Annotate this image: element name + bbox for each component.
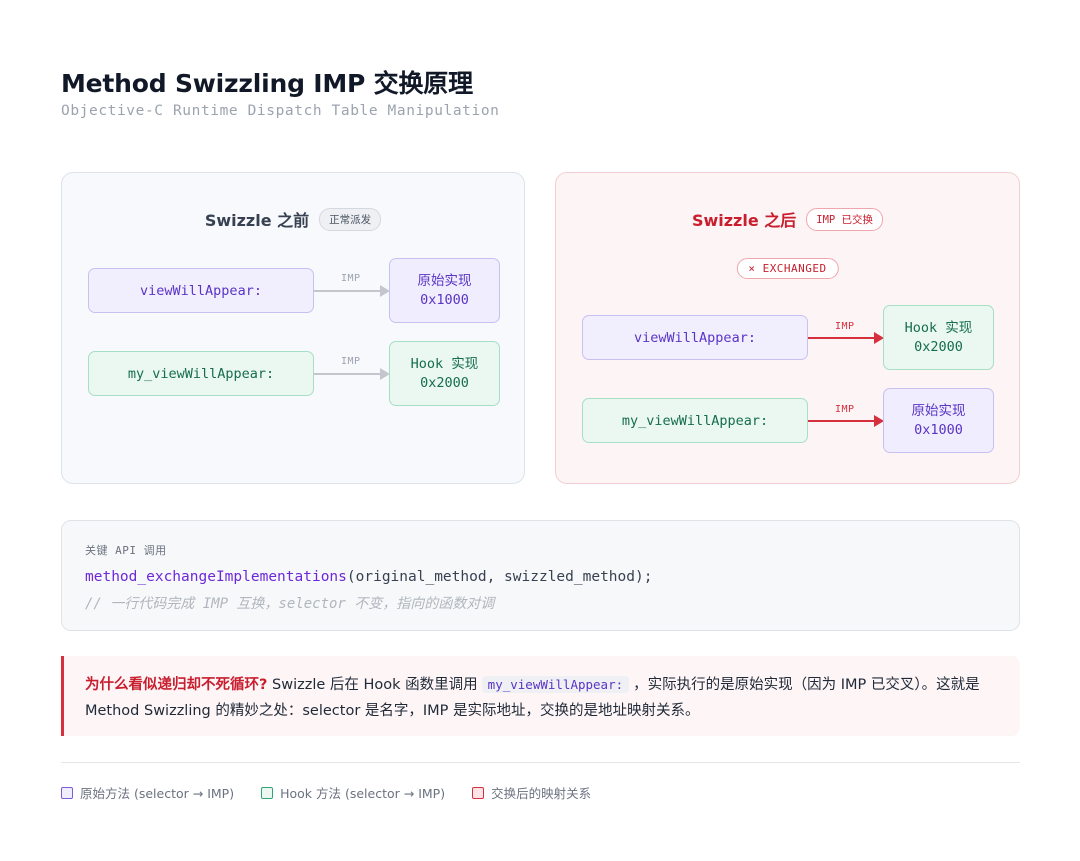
imp-name: 原始实现 bbox=[911, 402, 966, 419]
after-arrow-1 bbox=[808, 332, 884, 344]
after-arrow-label-1: IMP bbox=[835, 321, 855, 332]
after-panel: Swizzle 之后 IMP 已交换 × EXCHANGED viewWillA… bbox=[555, 172, 1020, 484]
exchanged-badge: × EXCHANGED bbox=[736, 258, 839, 279]
before-arrow-2 bbox=[314, 368, 390, 380]
code-label: 关键 API 调用 bbox=[85, 544, 167, 557]
legend-swatch-green bbox=[261, 786, 274, 799]
imp-exchanged-badge: IMP 已交换 bbox=[806, 207, 884, 231]
explanation-note: 为什么看似递归却不死循环? Swizzle 后在 Hook 函数里调用 my_vi… bbox=[61, 656, 1020, 736]
page-subtitle: Objective-C Runtime Dispatch Table Manip… bbox=[61, 103, 500, 119]
before-arrow-1 bbox=[314, 285, 390, 297]
legend-swatch-purple bbox=[61, 786, 73, 799]
legend-item-hook: Hook 方法 (selector → IMP) bbox=[261, 783, 445, 802]
normal-dispatch-badge: 正常派发 bbox=[319, 207, 382, 231]
before-selector-view-will-appear: viewWillAppear: bbox=[88, 268, 314, 313]
after-imp-hook: Hook 实现 0x2000 bbox=[883, 305, 994, 370]
code-line: method_exchangeImplementations(original_… bbox=[85, 569, 652, 585]
code-function: method_exchangeImplementations bbox=[85, 569, 347, 585]
legend-label: 原始方法 (selector → IMP) bbox=[80, 786, 235, 801]
before-panel: Swizzle 之前 正常派发 viewWillAppear: IMP 原始实现… bbox=[61, 172, 525, 484]
api-code-block: 关键 API 调用 method_exchangeImplementations… bbox=[61, 520, 1020, 631]
after-panel-header: Swizzle 之后 IMP 已交换 bbox=[556, 207, 1019, 231]
after-panel-title: Swizzle 之后 bbox=[691, 211, 797, 230]
imp-address: 0x2000 bbox=[914, 338, 963, 355]
before-panel-header: Swizzle 之前 正常派发 bbox=[62, 207, 524, 231]
before-imp-hook: Hook 实现 0x2000 bbox=[389, 341, 500, 406]
code-comment: // 一行代码完成 IMP 互换，selector 不变，指向的函数对调 bbox=[85, 596, 495, 612]
legend-label: 交换后的映射关系 bbox=[491, 786, 592, 801]
imp-name: 原始实现 bbox=[417, 272, 472, 289]
page-title: Method Swizzling IMP 交换原理 bbox=[61, 69, 473, 98]
legend: 原始方法 (selector → IMP) Hook 方法 (selector … bbox=[61, 783, 591, 802]
note-text-1: Swizzle 后在 Hook 函数里调用 bbox=[267, 677, 478, 693]
imp-address: 0x1000 bbox=[914, 421, 963, 438]
imp-address: 0x2000 bbox=[420, 374, 469, 391]
after-selector-view-will-appear: viewWillAppear: bbox=[582, 315, 808, 360]
legend-item-original: 原始方法 (selector → IMP) bbox=[61, 783, 234, 802]
legend-item-exchanged: 交换后的映射关系 bbox=[472, 783, 591, 802]
legend-swatch-red bbox=[472, 786, 485, 799]
after-imp-original: 原始实现 0x1000 bbox=[883, 388, 994, 453]
after-arrow-label-2: IMP bbox=[835, 404, 855, 415]
before-arrow-label-2: IMP bbox=[341, 356, 361, 367]
after-selector-my-view-will-appear: my_viewWillAppear: bbox=[582, 398, 808, 443]
imp-name: Hook 实现 bbox=[410, 355, 479, 372]
before-imp-original: 原始实现 0x1000 bbox=[389, 258, 500, 323]
legend-label: Hook 方法 (selector → IMP) bbox=[280, 786, 446, 801]
imp-address: 0x1000 bbox=[420, 291, 469, 308]
after-arrow-2 bbox=[808, 415, 884, 427]
code-args: (original_method, swizzled_method); bbox=[346, 569, 653, 585]
note-question: 为什么看似递归却不死循环? bbox=[85, 677, 268, 693]
before-panel-title: Swizzle 之前 bbox=[204, 211, 310, 230]
before-selector-my-view-will-appear: my_viewWillAppear: bbox=[88, 351, 314, 396]
imp-name: Hook 实现 bbox=[904, 319, 973, 336]
before-arrow-label-1: IMP bbox=[341, 273, 361, 284]
divider bbox=[61, 762, 1020, 763]
note-code: my_viewWillAppear: bbox=[481, 676, 630, 693]
